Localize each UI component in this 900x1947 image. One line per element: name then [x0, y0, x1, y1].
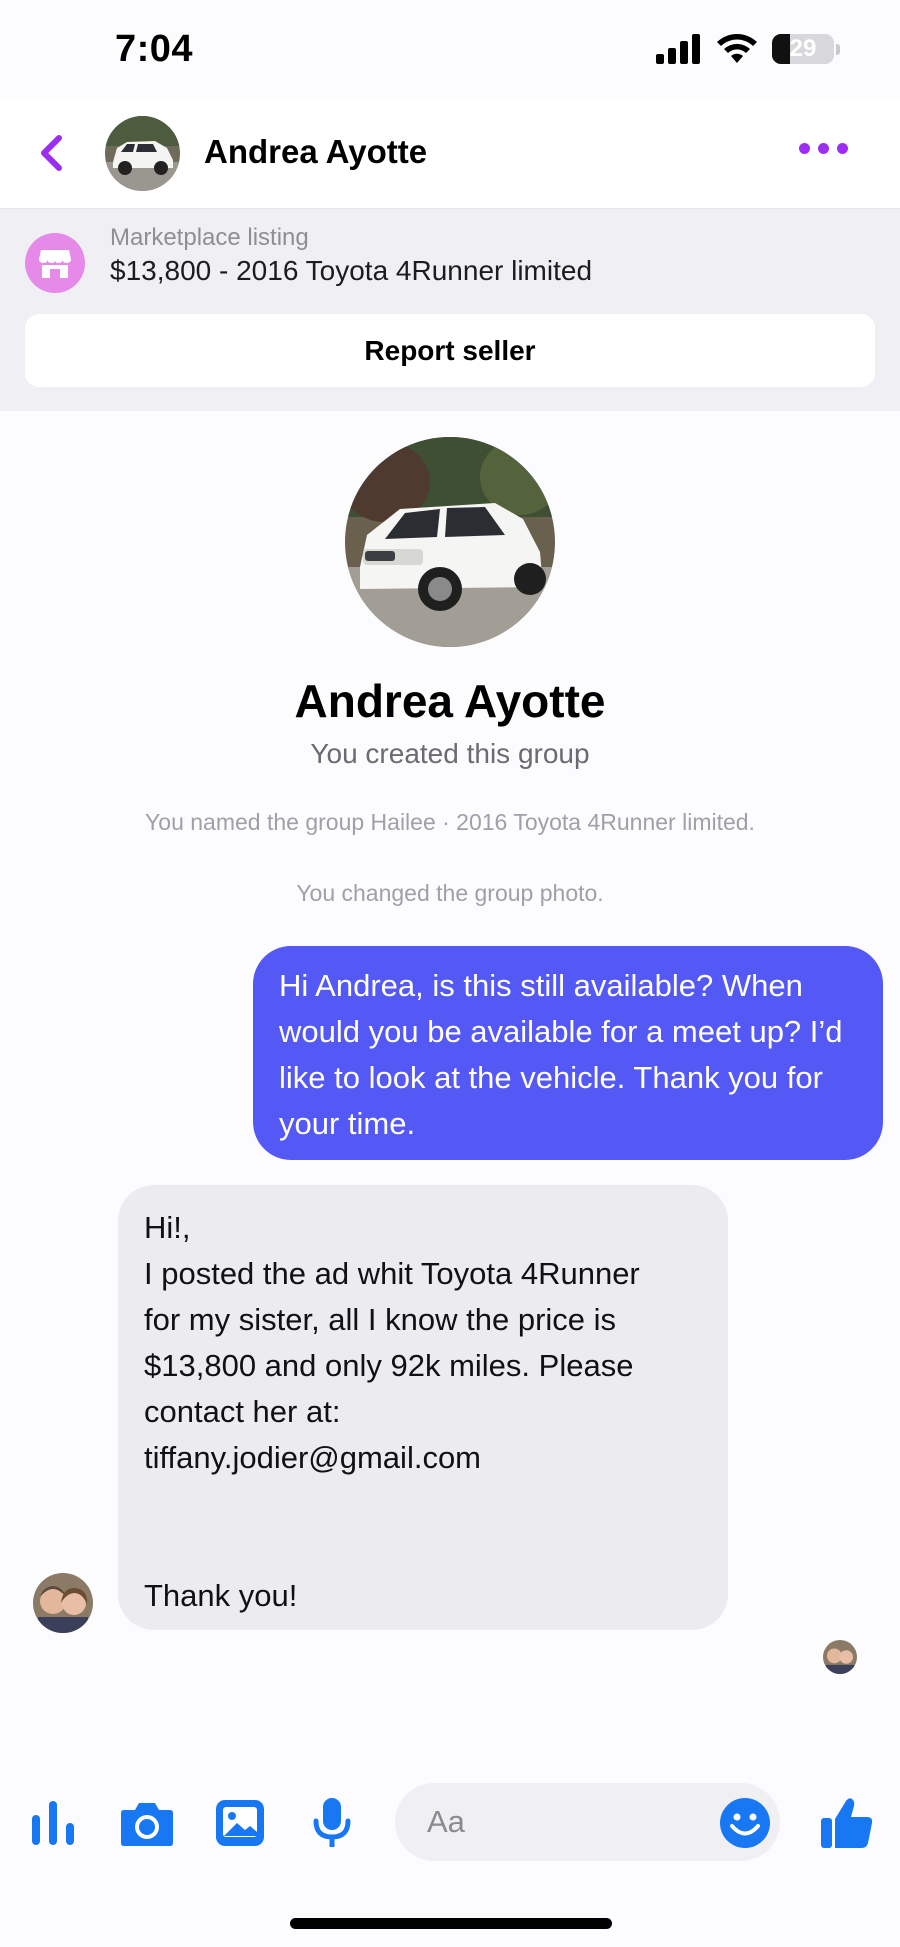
system-message: You named the group Hailee · 2016 Toyota…	[145, 809, 755, 835]
car-photo	[345, 437, 555, 647]
message-line: for my sister, all I know the price is	[144, 1302, 617, 1337]
battery-icon: 29	[772, 34, 834, 64]
outgoing-message-bubble[interactable]: Hi Andrea, is this still available? When…	[253, 946, 883, 1160]
header-avatar[interactable]	[105, 116, 180, 191]
message-line: tiffany.jodier@gmail.com	[144, 1440, 482, 1475]
couple-photo	[33, 1573, 93, 1633]
wifi-icon	[717, 34, 757, 63]
status-icons: 29	[656, 34, 840, 64]
car-photo-thumbnail	[105, 116, 180, 191]
status-time: 7:04	[115, 28, 194, 70]
audio-bars-icon[interactable]	[22, 1775, 84, 1870]
marketplace-label: Marketplace listing	[110, 224, 309, 251]
more-dots-icon[interactable]	[799, 143, 848, 154]
read-receipt-avatar	[823, 1640, 857, 1674]
report-seller-button[interactable]: Report seller	[25, 314, 875, 387]
home-indicator	[290, 1918, 612, 1929]
message-line: Thank you!	[144, 1578, 298, 1613]
battery-nub	[836, 43, 840, 55]
signal-icon	[656, 34, 700, 64]
message-line: $13,800 and only 92k miles. Please	[144, 1348, 634, 1383]
storefront-icon[interactable]	[25, 233, 85, 293]
system-message: You changed the group photo.	[296, 880, 604, 906]
couple-photo	[823, 1640, 857, 1674]
group-photo[interactable]	[345, 437, 555, 647]
microphone-icon[interactable]	[300, 1775, 364, 1870]
message-line: contact her at:	[144, 1394, 341, 1429]
emoji-icon[interactable]	[719, 1797, 771, 1849]
battery-level: 29	[789, 35, 817, 62]
message-line	[144, 1527, 702, 1573]
camera-icon[interactable]	[115, 1775, 179, 1870]
group-name: Andrea Ayotte	[294, 675, 606, 727]
listing-title[interactable]: $13,800 - 2016 Toyota 4Runner limited	[110, 255, 592, 287]
incoming-message-bubble[interactable]: Hi!, I posted the ad whit Toyota 4Runner…	[118, 1185, 728, 1630]
message-line: I posted the ad whit Toyota 4Runner	[144, 1256, 640, 1291]
photo-gallery-icon[interactable]	[208, 1775, 272, 1870]
message-composer	[0, 1775, 900, 1870]
back-chevron-icon[interactable]	[32, 130, 72, 176]
header-contact-name[interactable]: Andrea Ayotte	[204, 133, 427, 171]
thumbs-up-icon[interactable]	[812, 1775, 882, 1870]
message-line	[144, 1481, 702, 1527]
message-line: Hi!,	[144, 1210, 191, 1245]
group-subtitle: You created this group	[310, 738, 590, 769]
sender-avatar[interactable]	[33, 1573, 93, 1633]
